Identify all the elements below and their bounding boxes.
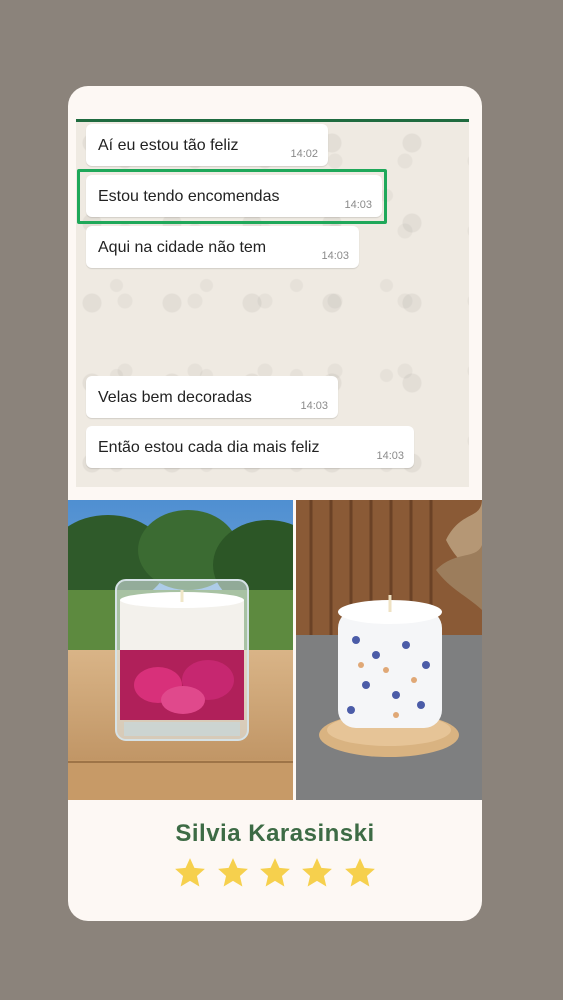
- star-icon: [302, 858, 333, 887]
- chat-message: Aqui na cidade não tem 14:03: [86, 226, 359, 268]
- message-time: 14:03: [376, 450, 404, 462]
- chat-message: Aí eu estou tão feliz 14:02: [86, 124, 328, 166]
- testimonial-card: Aí eu estou tão feliz 14:02 Estou tendo …: [68, 86, 482, 921]
- highlight-box: [77, 169, 387, 224]
- star-icon: [260, 858, 290, 887]
- chat-screenshot: Aí eu estou tão feliz 14:02 Estou tendo …: [76, 119, 469, 487]
- chat-header-bar: [76, 119, 469, 122]
- star-icon: [175, 858, 205, 887]
- star-icon: [217, 858, 248, 887]
- message-time: 14:02: [290, 148, 318, 160]
- message-time: 14:03: [321, 250, 349, 262]
- message-text: Aí eu estou tão feliz: [98, 137, 239, 154]
- author-name: Silvia Karasinski: [175, 820, 375, 847]
- floral-candle-photo: [296, 500, 482, 800]
- candle-glass-photo: [68, 500, 293, 800]
- message-text: Então estou cada dia mais feliz: [98, 439, 320, 456]
- chat-message: Velas bem decoradas 14:03: [86, 376, 338, 418]
- message-time: 14:03: [300, 400, 328, 412]
- rating-stars: [68, 856, 482, 895]
- message-text: Aqui na cidade não tem: [98, 239, 267, 256]
- star-icon: [345, 858, 375, 887]
- message-text: Velas bem decoradas: [98, 389, 252, 406]
- chat-message: Então estou cada dia mais feliz 14:03: [86, 426, 414, 468]
